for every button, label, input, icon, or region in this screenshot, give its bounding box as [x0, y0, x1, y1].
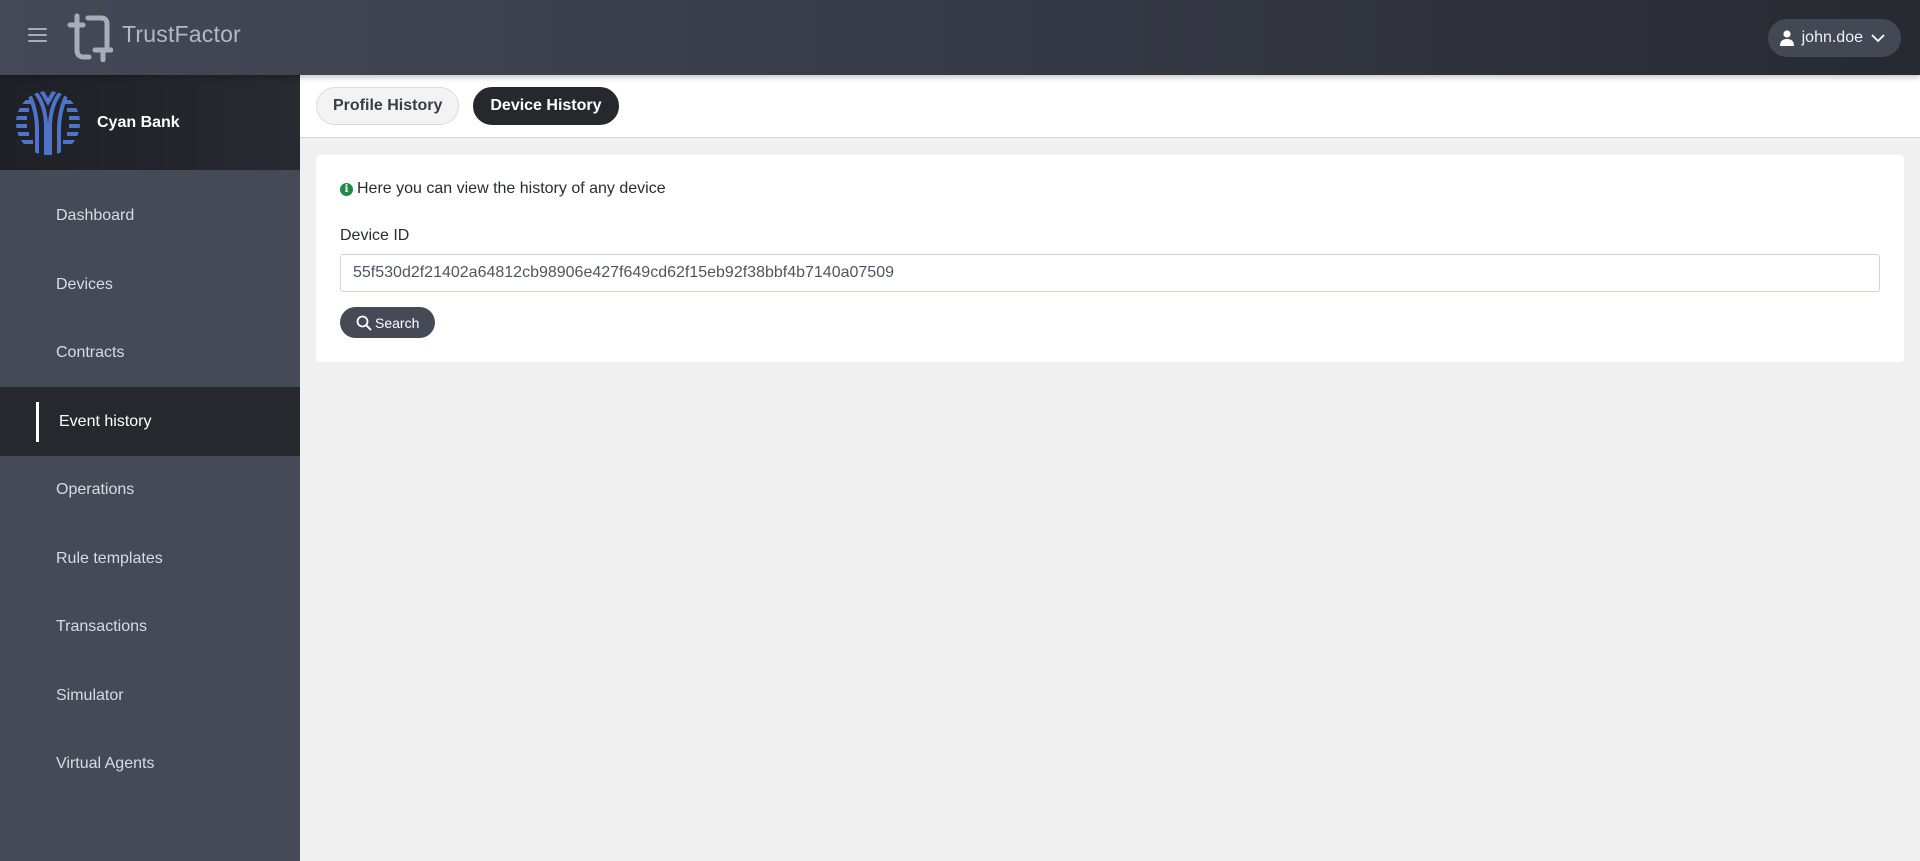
hamburger-menu-icon[interactable]	[28, 28, 47, 44]
search-button-label: Search	[375, 314, 420, 331]
tab-device-history[interactable]: Device History	[473, 87, 619, 125]
user-icon	[1779, 30, 1794, 46]
sidebar-item-event-history[interactable]: Event history	[0, 387, 300, 456]
sidebar-item-devices[interactable]: Devices	[0, 250, 300, 319]
sidebar-item-dashboard[interactable]: Dashboard	[0, 181, 300, 250]
user-menu-button[interactable]: john.doe	[1767, 19, 1901, 57]
cyan-bank-logo-icon	[16, 90, 80, 155]
chevron-down-icon	[1871, 33, 1885, 42]
trustfactor-logo-icon	[67, 13, 113, 62]
search-icon	[356, 315, 372, 330]
sidebar-item-virtual-agents[interactable]: Virtual Agents	[0, 729, 300, 798]
device-history-card: i Here you can view the history of any d…	[316, 155, 1904, 362]
app-name: TrustFactor	[122, 21, 241, 47]
brand-name: Cyan Bank	[97, 113, 180, 131]
top-bar: TrustFactor john.doe	[0, 0, 1920, 75]
tab-profile-history[interactable]: Profile History	[316, 87, 460, 125]
sidebar-item-contracts[interactable]: Contracts	[0, 318, 300, 387]
sidebar-item-operations[interactable]: Operations	[0, 455, 300, 524]
info-text: Here you can view the history of any dev…	[357, 180, 666, 197]
sidebar-item-transactions[interactable]: Transactions	[0, 592, 300, 661]
search-button[interactable]: Search	[340, 307, 436, 338]
sidebar-item-simulator[interactable]: Simulator	[0, 661, 300, 730]
info-message: i Here you can view the history of any d…	[340, 180, 1880, 198]
username: john.doe	[1801, 29, 1863, 46]
history-tabs: Profile History Device History	[300, 75, 1920, 138]
sidebar-item-rule-templates[interactable]: Rule templates	[0, 524, 300, 593]
sidebar: Cyan Bank Dashboard Devices Contracts Ev…	[0, 75, 300, 861]
device-id-input[interactable]	[340, 254, 1880, 292]
device-id-label: Device ID	[340, 227, 410, 244]
brand-area: Cyan Bank	[0, 75, 300, 170]
info-circle-icon: i	[340, 182, 353, 196]
